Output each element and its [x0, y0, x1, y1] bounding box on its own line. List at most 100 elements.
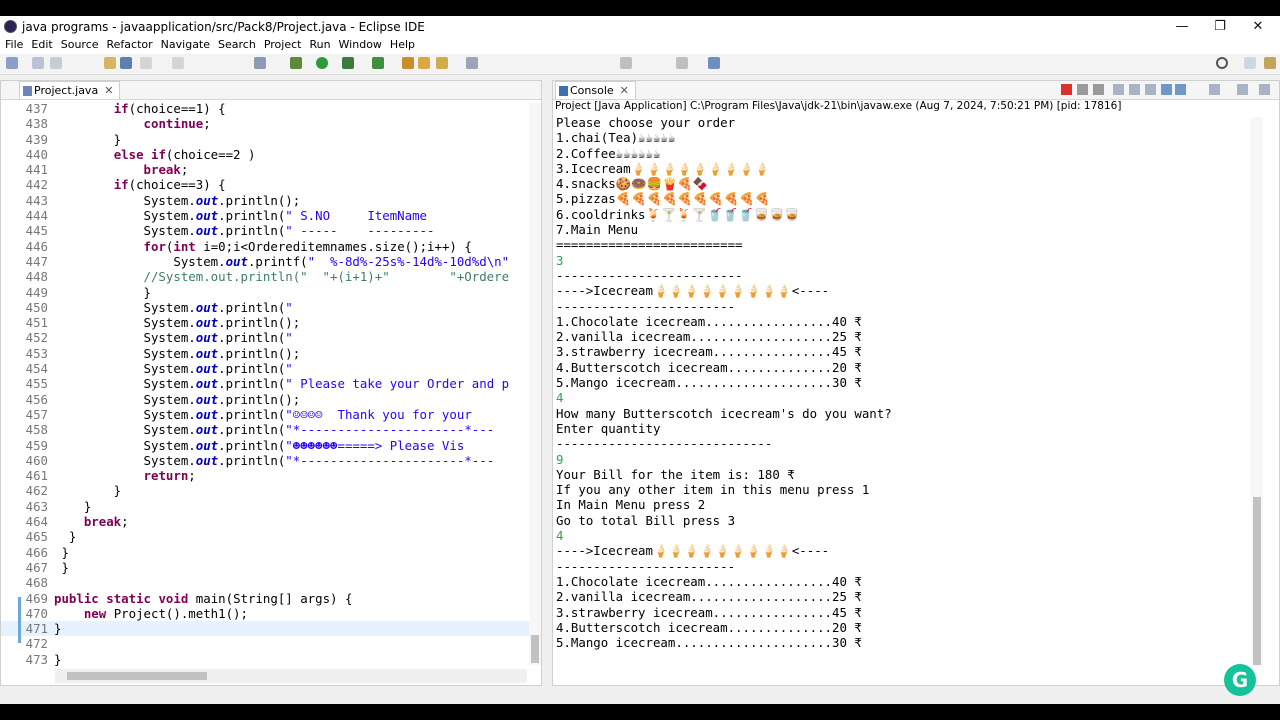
code-line[interactable]: 444 System.out.println(" S.NO ItemName — [1, 208, 531, 223]
close-tab-icon[interactable]: ✕ — [620, 84, 629, 97]
menu-file[interactable]: File — [5, 38, 23, 52]
code-line[interactable]: 452 System.out.println(" — [1, 330, 531, 345]
code-line[interactable]: 448 //System.out.println(" "+(i+1)+" "+O… — [1, 269, 531, 284]
code-line[interactable]: 443 System.out.println(); — [1, 193, 531, 208]
menu-help[interactable]: Help — [390, 38, 415, 52]
console-view: Console ✕ Project [Java Application] C:\P… — [552, 80, 1280, 686]
perspective-icon[interactable] — [1244, 57, 1256, 69]
code-line[interactable]: 445 System.out.println(" ----- --------- — [1, 223, 531, 238]
console-output[interactable]: Please choose your order 1.chai(Tea)☕☕☕☕☕… — [556, 115, 1246, 675]
code-line[interactable]: 439 } — [1, 132, 531, 147]
skip-breakpoints-icon[interactable] — [120, 57, 132, 69]
search-icon[interactable] — [1216, 57, 1228, 69]
code-line[interactable]: 465 } — [1, 529, 531, 544]
scroll-thumb[interactable] — [531, 635, 539, 663]
save-icon[interactable] — [32, 57, 44, 69]
editor-vertical-scrollbar[interactable] — [529, 103, 541, 665]
code-text: if(choice==3) { — [113, 177, 226, 193]
code-line[interactable]: 466 } — [1, 545, 531, 560]
code-line[interactable]: 469 public static void main(String[] args… — [1, 591, 531, 606]
code-line[interactable]: 438 continue; — [1, 116, 531, 131]
coverage-icon[interactable] — [342, 57, 354, 69]
annotation-icon[interactable] — [466, 57, 478, 69]
code-line[interactable]: 459 System.out.println("☻☻☻☻☻☻=====> Ple… — [1, 438, 531, 453]
pin-editor-icon[interactable] — [708, 57, 720, 69]
line-number: 444 — [25, 208, 48, 224]
open-task-icon[interactable] — [436, 57, 448, 69]
pin-console-icon[interactable] — [1161, 84, 1172, 95]
code-line[interactable]: 440 else if(choice==2 ) — [1, 147, 531, 162]
terminate-icon[interactable] — [1061, 84, 1072, 95]
minimize-button[interactable]: — — [1162, 16, 1202, 38]
code-line[interactable]: 453 System.out.println(); — [1, 346, 531, 361]
scroll-thumb[interactable] — [67, 672, 207, 680]
scroll-lock-icon[interactable] — [1129, 84, 1140, 95]
grammarly-icon[interactable]: G — [1224, 664, 1256, 696]
menu-navigate[interactable]: Navigate — [161, 38, 210, 52]
code-line[interactable]: 460 System.out.println("*---------------… — [1, 453, 531, 468]
code-line[interactable]: 457 System.out.println("☺☺☺☺ Thank you f… — [1, 407, 531, 422]
tab-project-java[interactable]: Project.java ✕ — [19, 81, 121, 99]
code-line[interactable]: 447 System.out.printf(" %-8d%-25s%-14d%-… — [1, 254, 531, 269]
code-line[interactable]: 455 System.out.println(" Please take you… — [1, 376, 531, 391]
code-line[interactable]: 468 — [1, 575, 531, 590]
code-line[interactable]: 456 System.out.println(); — [1, 392, 531, 407]
close-tab-icon[interactable]: ✕ — [104, 84, 113, 97]
save-all-icon[interactable] — [50, 57, 62, 69]
menu-window[interactable]: Window — [339, 38, 382, 52]
menu-source[interactable]: Source — [61, 38, 99, 52]
code-line[interactable]: 471} — [1, 621, 531, 637]
menu-run[interactable]: Run — [309, 38, 330, 52]
back-icon[interactable] — [620, 57, 632, 69]
build-icon[interactable] — [104, 57, 116, 69]
debug-icon[interactable] — [290, 57, 302, 69]
code-line[interactable]: 458 System.out.println("*---------------… — [1, 422, 531, 437]
code-line[interactable]: 462 } — [1, 483, 531, 498]
menu-search[interactable]: Search — [218, 38, 256, 52]
run-icon[interactable] — [316, 57, 328, 69]
code-line[interactable]: 446 for(int i=0;i<Ordereditemnames.size(… — [1, 239, 531, 254]
code-line[interactable]: 442 if(choice==3) { — [1, 177, 531, 192]
code-line[interactable]: 470 new Project().meth1(); — [1, 606, 531, 621]
code-area[interactable]: 437 if(choice==1) {438 continue; 439 } 440… — [1, 101, 531, 667]
menu-refactor[interactable]: Refactor — [107, 38, 153, 52]
code-line[interactable]: 437 if(choice==1) { — [1, 101, 531, 116]
maximize-button[interactable]: ❐ — [1200, 16, 1240, 38]
code-line[interactable]: 463 } — [1, 499, 531, 514]
code-line[interactable]: 467 } — [1, 560, 531, 575]
menu-edit[interactable]: Edit — [31, 38, 52, 52]
java-perspective-icon[interactable] — [1264, 57, 1276, 69]
close-button[interactable]: ✕ — [1238, 16, 1278, 38]
show-console-icon[interactable] — [1175, 84, 1186, 95]
remove-all-icon[interactable] — [1093, 84, 1104, 95]
menu-project[interactable]: Project — [264, 38, 302, 52]
terminate-icon[interactable] — [172, 57, 184, 69]
new-icon[interactable] — [6, 57, 18, 69]
scroll-thumb[interactable] — [1253, 497, 1261, 665]
code-line[interactable]: 464 break; — [1, 514, 531, 529]
code-line[interactable]: 461 return; — [1, 468, 531, 483]
new-java-package-icon[interactable] — [402, 57, 414, 69]
code-line[interactable]: 449 } — [1, 285, 531, 300]
code-line[interactable]: 473} — [1, 652, 531, 667]
clear-console-icon[interactable] — [1113, 84, 1124, 95]
forward-icon[interactable] — [676, 57, 688, 69]
new-java-class-icon[interactable] — [418, 57, 430, 69]
word-wrap-icon[interactable] — [1145, 84, 1156, 95]
code-text: System.out.println(" Please take your Or… — [54, 376, 510, 392]
resume-icon[interactable] — [140, 57, 152, 69]
remove-launch-icon[interactable] — [1077, 84, 1088, 95]
open-console-icon[interactable] — [1237, 84, 1248, 95]
code-line[interactable]: 454 System.out.println(" — [1, 361, 531, 376]
code-line[interactable]: 450 System.out.println(" — [1, 300, 531, 315]
code-line[interactable]: 451 System.out.println(); — [1, 315, 531, 330]
code-line[interactable]: 441 break; — [1, 162, 531, 177]
display-console-icon[interactable] — [1209, 84, 1220, 95]
external-tools-icon[interactable] — [372, 57, 384, 69]
view-menu-icon[interactable] — [1259, 84, 1270, 95]
tab-console[interactable]: Console ✕ — [555, 81, 636, 99]
console-vertical-scrollbar[interactable] — [1251, 117, 1263, 667]
code-line[interactable]: 472 — [1, 636, 531, 651]
editor-horizontal-scrollbar[interactable] — [55, 669, 527, 683]
open-type-icon[interactable] — [254, 57, 266, 69]
